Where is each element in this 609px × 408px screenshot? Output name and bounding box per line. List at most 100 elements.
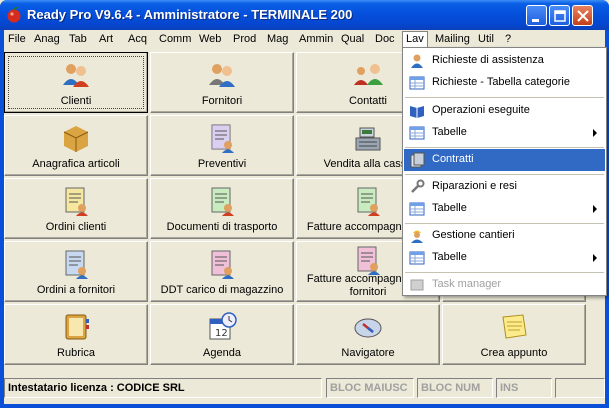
order-document-icon [65,187,88,216]
invoice-document-icon [357,187,380,216]
minimize-button[interactable] [526,5,547,26]
tile-label: Anagrafica articoli [32,158,120,170]
users-icon [63,64,89,87]
table-icon [409,76,425,90]
caps-lock-indicator: BLOC MAIUSC [326,378,414,398]
svg-text:12: 12 [215,328,228,339]
title-bar[interactable]: Ready Pro V9.6.4 - Amministratore - TERM… [0,0,609,30]
tile-ordini-a-fornitori[interactable]: Ordini a fornitori [4,241,148,302]
menu-item-label: Tabelle [432,251,467,263]
tile-label: Preventivi [197,158,247,170]
menu-mailing[interactable]: Mailing [432,32,473,47]
menu-acq[interactable]: Acq [125,32,150,47]
menu-ammin[interactable]: Ammin [296,32,336,47]
menu-item-task-manager[interactable]: Task manager [404,274,605,296]
tile-label: Agenda [203,347,241,359]
menu-separator [405,272,604,273]
menu-item-operazioni-eseguite[interactable]: Operazioni eseguite [404,100,605,122]
insert-indicator: INS [496,378,552,398]
menu-mag[interactable]: Mag [264,32,291,47]
maximize-icon [554,10,566,22]
tile-label: Crea appunto [480,347,548,359]
worker-icon [411,230,423,243]
menu-item-richieste-tabella-categorie[interactable]: Richieste - Tabella categorie [404,72,605,94]
menu-item-tabelle-1[interactable]: Tabelle [404,122,605,144]
menu-comm[interactable]: Comm [156,32,194,47]
app-logo-icon [7,7,21,23]
box-icon [63,126,89,152]
tile-crea-appunto[interactable]: Crea appunto [442,304,586,365]
submenu-arrow-icon [593,205,597,213]
tile-rubrica[interactable]: Rubrica [4,304,148,365]
submenu-arrow-icon [593,129,597,137]
menu-separator [405,223,604,224]
book-icon [410,106,424,118]
tile-label: Ordini a fornitori [36,284,116,296]
menu-util[interactable]: Util [475,32,497,47]
tile-label: Ordini clienti [45,221,107,233]
cash-register-icon [355,127,381,151]
menu-web[interactable]: Web [196,32,224,47]
menu-lav[interactable]: Lav [402,31,428,48]
menu-bar: File Anag Tab Art Acq Comm Web Prod Mag … [4,30,605,48]
menu-item-riparazioni-e-resi[interactable]: Riparazioni e resi [404,176,605,198]
warehouse-document-icon [211,250,234,279]
menu-item-tabelle-2[interactable]: Tabelle [404,198,605,220]
note-icon [502,314,527,339]
menu-separator [405,174,604,175]
tile-agenda[interactable]: 12 Agenda [150,304,294,365]
menu-qual[interactable]: Qual [338,32,367,47]
suppliers-icon [209,64,235,87]
menu-item-label: Task manager [432,278,502,290]
quote-document-icon [211,124,234,153]
close-button[interactable] [572,5,593,26]
menu-item-label: Richieste - Tabella categorie [432,76,570,88]
table-icon [409,251,425,265]
tile-clienti[interactable]: Clienti [4,52,148,113]
tile-documenti-di-trasporto[interactable]: Documenti di trasporto [150,178,294,239]
close-icon [577,10,589,22]
menu-item-label: Operazioni eseguite [432,104,530,116]
tile-preventivi[interactable]: Preventivi [150,115,294,176]
menu-item-tabelle-3[interactable]: Tabelle [404,247,605,269]
minimize-icon [532,19,539,22]
tile-label: Rubrica [57,347,95,359]
menu-anag[interactable]: Anag [31,32,63,47]
address-book-icon [65,314,89,340]
tile-label: DDT carico di magazzino [160,284,284,296]
menu-item-label: Tabelle [432,202,467,214]
tile-ordini-clienti[interactable]: Ordini clienti [4,178,148,239]
supplier-order-icon [65,250,88,279]
tile-anagrafica-articoli[interactable]: Anagrafica articoli [4,115,148,176]
person-icon [411,54,423,68]
menu-separator [405,147,604,148]
menu-item-contratti[interactable]: Contratti [404,149,605,171]
menu-prod[interactable]: Prod [230,32,259,47]
contract-icon [410,152,425,168]
menu-file[interactable]: File [5,32,29,47]
tile-label: Fornitori [201,95,243,107]
calendar-clock-icon: 12 [209,312,237,340]
tile-label: Documenti di trasporto [166,221,278,233]
menu-item-richieste-di-assistenza[interactable]: Richieste di assistenza [404,50,605,72]
tile-label: Navigatore [341,347,395,359]
tile-ddt-carico-di-magazzino[interactable]: DDT carico di magazzino [150,241,294,302]
menu-help[interactable]: ? [502,32,514,47]
table-icon [409,202,425,216]
menu-art[interactable]: Art [96,32,116,47]
tile-navigatore[interactable]: Navigatore [296,304,440,365]
maximize-button[interactable] [549,5,570,26]
menu-item-gestione-cantieri[interactable]: Gestione cantieri [404,225,605,247]
menu-tab[interactable]: Tab [66,32,90,47]
status-bar: Intestatario licenza : CODICE SRL BLOC M… [4,374,605,400]
menu-separator [405,97,604,98]
window-title: Ready Pro V9.6.4 - Amministratore - TERM… [27,7,353,22]
lav-dropdown-menu: Richieste di assistenza Richieste - Tabe… [402,47,607,296]
menu-doc[interactable]: Doc [372,32,398,47]
menu-item-label: Richieste di assistenza [432,54,544,66]
tile-fornitori[interactable]: Fornitori [150,52,294,113]
table-icon [409,126,425,140]
status-panel-empty [555,378,605,398]
menu-item-label: Contratti [432,153,474,165]
menu-item-label: Riparazioni e resi [432,180,517,192]
